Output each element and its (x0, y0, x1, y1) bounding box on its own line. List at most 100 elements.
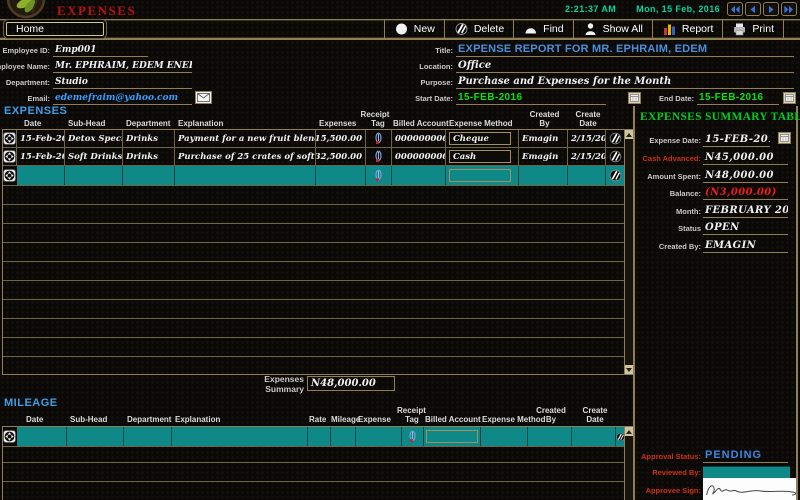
find-button[interactable]: Find (513, 20, 572, 38)
expense-subhead-cell[interactable]: Soft Drinks (65, 148, 123, 165)
expenses-scrollbar[interactable] (624, 130, 633, 374)
expense-amount-cell[interactable]: N15,500.00 (316, 130, 366, 147)
expense-date-label: Expense Date: (635, 136, 703, 147)
row-edit-button[interactable] (606, 148, 625, 165)
purpose-field[interactable]: Purchase and Expenses for the Month (456, 76, 794, 89)
end-date-label: End Date: (641, 94, 697, 105)
location-field[interactable]: Office (456, 60, 794, 73)
edit-striped-ball-icon (609, 169, 622, 182)
mileage-subhead-cell[interactable] (67, 427, 124, 446)
summary-expense-date-field[interactable]: 15-FEB-2016 (703, 134, 770, 147)
expense-explanation-cell[interactable]: Payment for a new fruit blender (175, 130, 316, 147)
first-record-button[interactable] (727, 2, 743, 16)
expense-explanation-cell[interactable]: Purchase of 25 crates of soft drinks (175, 148, 316, 165)
mileage-billed-account-cell[interactable] (424, 427, 481, 446)
expense-date-cell-empty[interactable] (17, 166, 65, 185)
mileage-expense-method-cell[interactable] (481, 427, 528, 446)
receipt-tag-cell[interactable] (366, 148, 392, 165)
created-by-cell-empty[interactable] (519, 166, 568, 185)
row-move-handle[interactable] (3, 427, 17, 446)
expense-row-1: 15-Feb-2016 Detox Special Drinks Payment… (3, 130, 633, 148)
expense-method-cell[interactable]: Cheque (446, 130, 519, 147)
report-button[interactable]: Report (652, 20, 723, 38)
expense-amount-cell-empty[interactable] (316, 166, 366, 185)
balance-label: Balance: (635, 189, 703, 200)
send-email-button[interactable] (195, 91, 212, 104)
start-date-label: Start Date: (318, 94, 456, 105)
create-date-cell[interactable]: 2/15/2016 (568, 148, 606, 165)
paperclip-icon (374, 150, 383, 163)
expense-method-cell-empty[interactable] (446, 166, 519, 185)
billed-account-cell[interactable]: 0000000000 (392, 130, 446, 147)
email-label: Email: (0, 94, 53, 105)
empty-row (3, 205, 633, 224)
mileage-rate-cell[interactable] (308, 427, 331, 446)
created-by-field[interactable]: EMAGIN (703, 240, 788, 253)
expense-method-cell[interactable]: Cash (446, 148, 519, 165)
created-by-cell[interactable]: Emagin (519, 148, 568, 165)
mileage-expense-cell[interactable] (356, 427, 402, 446)
amount-spent-field[interactable]: N48,000.00 (703, 170, 788, 183)
mileage-date-cell[interactable] (17, 427, 67, 446)
row-move-handle[interactable] (3, 130, 17, 147)
print-button[interactable]: Print (722, 20, 784, 38)
report-title-field[interactable]: EXPENSE REPORT FOR MR. EPHRAIM, EDEM (456, 43, 794, 57)
billed-account-cell[interactable]: 0000000000 (392, 148, 446, 165)
expense-subhead-cell[interactable]: Detox Special (65, 130, 123, 147)
cash-advanced-field[interactable]: N45,000.00 (703, 152, 788, 165)
new-button[interactable]: New (384, 20, 444, 38)
title-bar: EXPENSES 2:21:37 AM Mon, 15 Feb, 2016 (0, 0, 800, 19)
show-all-button[interactable]: Show All (573, 20, 652, 38)
mileage-create-date-cell[interactable] (572, 427, 616, 446)
expenses-summary-total-field[interactable]: N48,000.00 (307, 376, 395, 391)
email-field[interactable]: edemefraim@yahoo.com (53, 93, 192, 105)
row-edit-button[interactable] (606, 166, 625, 185)
summary-date-calendar-button[interactable] (778, 132, 791, 144)
employee-form: Employee ID: Emp001 Employee Name: Mr. E… (0, 41, 256, 105)
empty-row (3, 447, 633, 463)
mileage-receipt-tag-cell[interactable] (402, 427, 424, 446)
approval-status-field[interactable]: PENDING (703, 449, 788, 463)
expense-date-cell[interactable]: 15-Feb-2016 (17, 130, 65, 147)
receipt-tag-cell[interactable] (366, 130, 392, 147)
home-button[interactable]: Home (6, 22, 104, 36)
expense-department-cell-empty[interactable] (123, 166, 175, 185)
balance-field[interactable]: (N3,000.00) (703, 187, 788, 200)
expense-department-cell[interactable]: Drinks (123, 130, 175, 147)
last-record-button[interactable] (781, 2, 797, 16)
start-date-field[interactable]: 15-FEB-2016 (456, 92, 606, 105)
previous-record-button[interactable] (745, 2, 761, 16)
expense-subhead-cell-empty[interactable] (65, 166, 123, 185)
created-by-cell[interactable]: Emagin (519, 130, 568, 147)
end-date-calendar-button[interactable] (783, 92, 796, 104)
expense-department-cell[interactable]: Drinks (123, 148, 175, 165)
calendar-icon (630, 94, 639, 102)
receipt-tag-cell-empty[interactable] (366, 166, 392, 185)
mileage-department-cell[interactable] (124, 427, 172, 446)
row-edit-button[interactable] (606, 130, 625, 147)
create-date-cell-empty[interactable] (568, 166, 606, 185)
row-move-handle[interactable] (3, 166, 17, 185)
expense-date-cell[interactable]: 15-Feb-2016 (17, 148, 65, 165)
billed-account-cell-empty[interactable] (392, 166, 446, 185)
end-date-field[interactable]: 15-FEB-2016 (697, 92, 779, 105)
empty-row (3, 338, 633, 357)
start-date-calendar-button[interactable] (628, 92, 641, 104)
row-move-handle[interactable] (3, 148, 17, 165)
expense-explanation-cell-empty[interactable] (175, 166, 316, 185)
mileage-explanation-cell[interactable] (172, 427, 308, 446)
delete-button[interactable]: Delete (444, 20, 513, 38)
month-field[interactable]: FEBRUARY 2016 (703, 205, 788, 218)
approvee-signature-field[interactable] (703, 478, 796, 500)
mileage-mileage-cell[interactable] (331, 427, 356, 446)
employee-name-field[interactable]: Mr. EPHRAIM, EDEM ENEBONG (53, 61, 192, 73)
expense-row-2: 15-Feb-2016 Soft Drinks Drinks Purchase … (3, 148, 633, 166)
create-date-cell[interactable]: 2/15/2016 (568, 130, 606, 147)
department-field[interactable]: Studio (53, 77, 192, 89)
next-record-button[interactable] (763, 2, 779, 16)
mileage-created-by-cell[interactable] (528, 427, 572, 446)
mileage-scrollbar[interactable] (624, 427, 633, 500)
status-field[interactable]: OPEN (703, 222, 788, 235)
expense-amount-cell[interactable]: N32,500.00 (316, 148, 366, 165)
employee-id-field[interactable]: Emp001 (53, 45, 148, 57)
